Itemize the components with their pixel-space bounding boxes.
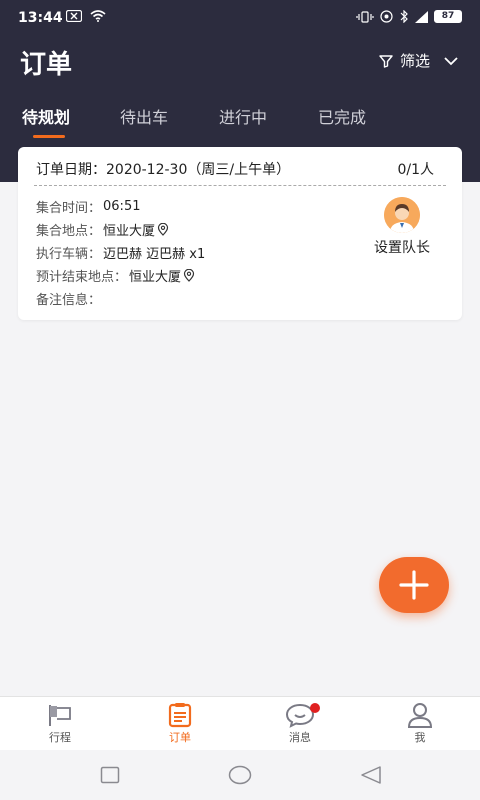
flag-icon <box>49 705 71 726</box>
detail-label: 集合时间： <box>36 201 102 216</box>
wifi-icon <box>90 10 106 22</box>
order-tabs: 待规划 待出车 进行中 已完成 <box>0 104 480 144</box>
status-bar: 13:44 87 <box>0 0 480 36</box>
active-tab-indicator <box>33 135 65 138</box>
nav-item-messages[interactable]: 消息 <box>260 701 340 745</box>
alarm-icon <box>380 10 393 23</box>
set-leader-label: 设置队长 <box>374 240 430 256</box>
signal-icon <box>415 10 428 23</box>
nav-label: 我 <box>414 731 426 744</box>
order-passenger-count: 0/1人 <box>397 162 434 178</box>
battery-icon: 87 <box>434 10 462 23</box>
nav-label: 消息 <box>289 731 311 744</box>
detail-label: 预计结束地点： <box>36 270 128 285</box>
nav-label: 行程 <box>49 731 71 744</box>
vibrate-icon <box>356 10 374 23</box>
order-date-label: 订单日期： <box>36 162 106 178</box>
nav-item-orders[interactable]: 订单 <box>140 701 220 745</box>
meeting-location-row: 集合地点： 恒业大厦 <box>36 218 205 241</box>
back-icon[interactable] <box>360 765 382 785</box>
order-card[interactable]: 订单日期：2020-12-30（周三/上午单） 0/1人 集合时间： 06:51… <box>18 147 462 320</box>
bottom-nav: 行程 订单 消息 我 <box>0 696 480 750</box>
filter-icon <box>379 54 393 68</box>
dashed-divider <box>34 185 446 186</box>
filter-button[interactable]: 筛选 <box>378 50 460 71</box>
order-details: 集合时间： 06:51 集合地点： 恒业大厦 执行车辆： 迈巴赫 迈巴赫 x1 … <box>36 195 205 310</box>
page-title: 订单 <box>20 50 73 80</box>
chevron-down-icon <box>444 56 458 65</box>
avatar <box>384 197 420 233</box>
add-order-button[interactable] <box>379 557 449 613</box>
nav-item-me[interactable]: 我 <box>380 701 460 745</box>
meeting-location-value: 恒业大厦 <box>103 224 156 239</box>
home-icon[interactable] <box>228 765 252 785</box>
detail-label: 集合地点： <box>36 224 102 239</box>
system-nav-bar <box>0 750 480 800</box>
detail-label: 执行车辆： <box>36 247 102 262</box>
remarks-row: 备注信息： <box>36 287 205 310</box>
clipboard-icon <box>168 703 192 728</box>
vehicle-value: 迈巴赫 迈巴赫 x1 <box>103 247 206 262</box>
end-location-value: 恒业大厦 <box>129 270 182 285</box>
notification-icon <box>66 10 82 22</box>
filter-label: 筛选 <box>399 52 430 70</box>
vehicle-row: 执行车辆： 迈巴赫 迈巴赫 x1 <box>36 241 205 264</box>
tab-to-depart[interactable]: 待出车 <box>120 104 168 128</box>
order-date-value: 2020-12-30（周三/上午单） <box>106 162 291 178</box>
tab-in-progress[interactable]: 进行中 <box>219 104 267 128</box>
bluetooth-icon <box>400 10 408 23</box>
detail-label: 备注信息： <box>36 293 102 308</box>
tab-to-plan[interactable]: 待规划 <box>22 104 70 128</box>
tab-completed[interactable]: 已完成 <box>318 104 366 128</box>
location-pin-icon[interactable] <box>157 223 169 236</box>
unread-badge <box>310 703 320 713</box>
status-time: 13:44 <box>18 10 63 26</box>
set-leader-button[interactable]: 设置队长 <box>366 197 438 257</box>
meeting-time-row: 集合时间： 06:51 <box>36 195 205 218</box>
recent-apps-icon[interactable] <box>100 766 120 784</box>
meeting-time-value: 06:51 <box>103 199 141 214</box>
order-card-header: 订单日期：2020-12-30（周三/上午单） 0/1人 <box>36 159 434 179</box>
nav-item-trips[interactable]: 行程 <box>20 701 100 745</box>
nav-label: 订单 <box>169 731 191 744</box>
person-icon <box>407 703 433 728</box>
location-pin-icon[interactable] <box>183 269 195 282</box>
plus-icon <box>399 570 429 600</box>
end-location-row: 预计结束地点： 恒业大厦 <box>36 264 205 287</box>
driver-avatar-icon <box>384 197 420 233</box>
